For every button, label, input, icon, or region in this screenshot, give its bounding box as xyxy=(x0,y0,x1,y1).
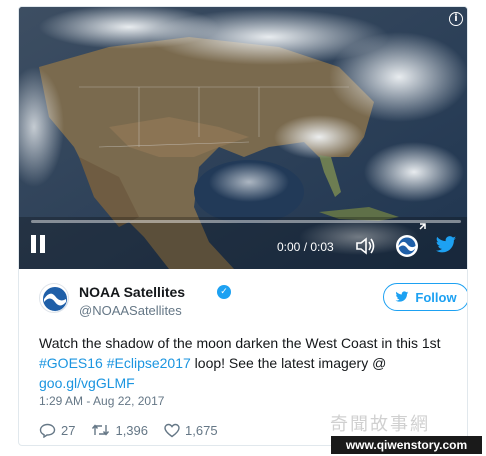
info-icon[interactable]: i xyxy=(449,12,463,26)
noaa-logo-icon xyxy=(41,285,68,312)
video-player[interactable]: i 0:00 / 0:03 xyxy=(19,7,467,269)
hashtag-link[interactable]: #GOES16 xyxy=(39,355,103,371)
noaa-logo-icon[interactable] xyxy=(395,234,419,258)
reply-icon xyxy=(39,423,56,438)
pause-button[interactable] xyxy=(29,235,49,257)
pause-icon xyxy=(31,235,36,253)
follow-label: Follow xyxy=(415,289,457,305)
retweet-button[interactable]: 1,396 xyxy=(91,423,148,438)
twitter-bird-icon[interactable] xyxy=(435,235,457,255)
reply-button[interactable]: 27 xyxy=(39,423,75,438)
author-name[interactable]: NOAA Satellites xyxy=(79,284,185,300)
like-count: 1,675 xyxy=(185,422,218,438)
verified-badge-icon: ✓ xyxy=(217,285,231,299)
follow-button[interactable]: Follow xyxy=(383,283,467,311)
video-time: 0:00 / 0:03 xyxy=(277,240,334,254)
author-handle[interactable]: @NOAASatellites xyxy=(79,303,182,318)
tweet-header: NOAA Satellites ✓ @NOAASatellites Follow xyxy=(39,281,467,321)
tweet-card: i 0:00 / 0:03 NOAA Satellites ✓ @NOAASat… xyxy=(18,6,468,446)
watermark-cn-text: 奇聞故事網 xyxy=(330,414,430,435)
tweet-actions: 27 1,396 1,675 xyxy=(39,420,234,440)
tweet-timestamp[interactable]: 1:29 AM - Aug 22, 2017 xyxy=(39,394,164,408)
avatar[interactable] xyxy=(39,283,69,313)
retweet-count: 1,396 xyxy=(115,422,149,438)
like-button[interactable]: 1,675 xyxy=(164,423,218,438)
video-progress-bar[interactable] xyxy=(31,220,461,223)
tweet-text: Watch the shadow of the moon darken the … xyxy=(39,333,459,393)
watermark-site: www.qiwenstory.com xyxy=(331,436,482,454)
hashtag-link[interactable]: #Eclipse2017 xyxy=(107,355,191,371)
tweet-text-part: Watch the shadow of the moon darken the … xyxy=(39,335,441,351)
tweet-text-part: loop! See the latest imagery @ xyxy=(190,355,387,371)
heart-icon xyxy=(164,423,180,437)
retweet-icon xyxy=(92,424,110,436)
video-controls: 0:00 / 0:03 xyxy=(19,223,467,269)
pause-icon xyxy=(40,235,45,253)
volume-icon[interactable] xyxy=(355,236,377,256)
twitter-bird-icon xyxy=(395,291,409,302)
tweet-url-link[interactable]: goo.gl/vgGLMF xyxy=(39,375,135,391)
reply-count: 27 xyxy=(61,422,76,438)
